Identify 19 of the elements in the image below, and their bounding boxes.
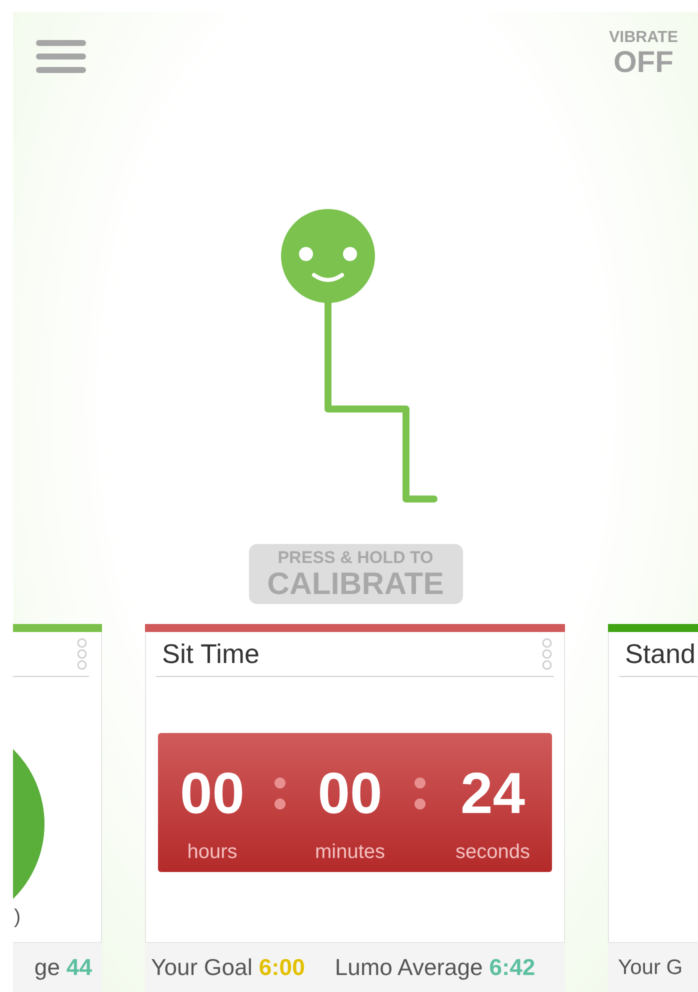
gauge-label: ): [14, 907, 21, 927]
stat-text: Your G: [618, 954, 683, 981]
stat-text: Lumo Average 6:42: [334, 953, 536, 982]
more-icon[interactable]: [77, 638, 87, 670]
card-title: Stand: [624, 638, 696, 671]
menu-icon[interactable]: [36, 40, 86, 73]
timer-unit: minutes: [314, 840, 386, 865]
vibrate-toggle[interactable]: VIBRATE OFF: [608, 30, 678, 78]
timer-digits: 24: [460, 763, 525, 825]
timer-unit: seconds: [455, 840, 530, 865]
timer-digits: 00: [180, 763, 245, 825]
more-icon[interactable]: [542, 638, 552, 670]
card-title: Sit Time: [161, 638, 260, 671]
colon-icon: [274, 777, 286, 811]
stat-text: Your Goal 6:00: [151, 953, 305, 982]
timer-digits: 00: [318, 763, 382, 825]
timer-unit: hours: [187, 840, 238, 865]
colon-icon: [414, 777, 426, 811]
stat-text: ge 44: [34, 953, 92, 982]
